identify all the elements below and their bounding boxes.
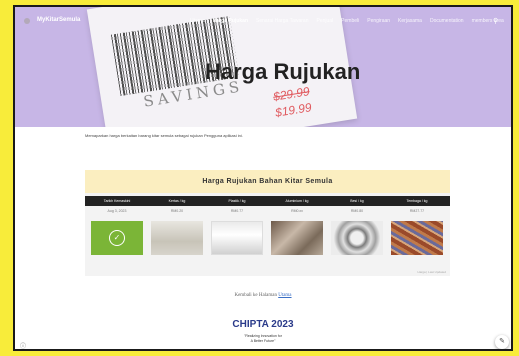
table-cell: RM0.xx [291,209,303,213]
table-title: Harga Rujukan Bahan Kitar Semula [85,170,450,193]
table-header: Plastik / kg [228,199,246,203]
hero-banner: SAVINGS $29.99 $19.99 Harga Rujukan MyKi… [15,7,511,127]
info-icon[interactable]: ⓘ [20,341,26,349]
check-icon: ✓ [109,230,125,246]
price-table-card: Harga Rujukan Bahan Kitar Semula Tarikh … [85,170,450,276]
table-row: Aug 3, 2023 RM0.20 RM0.77 RM0.xx RM0.80 … [85,206,450,216]
nav-link-utama[interactable]: Utama [190,18,205,24]
plastic-image [211,221,263,255]
nav-link-members-area[interactable]: members area [472,18,504,24]
updated-check-image: ✓ [91,221,143,255]
chipta-tagline: "Realizing Innovation for A Better Futur… [15,334,511,343]
nav-link-senarai-harga[interactable]: Senarai Harga Tawaran [256,18,308,24]
intro-text: Memaparkan harga berkaitan barang kitar … [85,133,243,138]
edit-pencil-icon[interactable]: ✎ [495,335,509,349]
nav-link-pembeli[interactable]: Pembeli [341,18,359,24]
table-header: Aluminium / kg [285,199,309,203]
nav-link-harga-rujukan[interactable]: Harga Rujukan [213,18,248,24]
table-footer-text: Harga | Last Updated [417,270,446,274]
search-icon[interactable]: ⚲ [493,17,498,25]
table-cell: RM27.77 [409,209,425,213]
back-text: Kembali ke Halaman [234,293,277,298]
site-brand[interactable]: MyKitarSemula [37,17,80,23]
site-logo-icon[interactable] [24,18,30,24]
back-link-line: Kembali ke Halaman Utama [15,293,511,298]
table-cell: RM0.77 [230,209,244,213]
table-header: Tembaga / kg [406,199,428,203]
table-header: Besi / kg [350,199,364,203]
table-header-row: Tarikh Kemaskini Kertas / kg Plastik / k… [85,196,450,206]
copper-image [391,221,443,255]
nav-link-penjual[interactable]: Penjual [316,18,333,24]
nav-links: Utama Harga Rujukan Senarai Harga Tawara… [190,18,504,24]
iron-image [331,221,383,255]
table-cell: RM0.80 [350,209,364,213]
nav-link-pengiraan[interactable]: Pengiraan [367,18,390,24]
browser-frame: SAVINGS $29.99 $19.99 Harga Rujukan MyKi… [13,5,513,351]
chipta-tagline-line: A Better Future" [250,338,276,343]
nav-link-kerjasama[interactable]: Kerjasama [398,18,422,24]
chipta-logo-text: CHIPTA 2023 [232,319,294,330]
page-title: Harga Rujukan [205,59,361,84]
table-header[interactable]: Tarikh Kemaskini [87,199,147,203]
nav-link-documentation[interactable]: Documentation [430,18,464,24]
table-header: Kertas / kg [168,199,186,203]
table-cell: Aug 3, 2023 [107,209,127,213]
aluminium-image [271,221,323,255]
top-nav: MyKitarSemula Utama Harga Rujukan Senara… [15,16,511,30]
table-cell: RM0.20 [170,209,184,213]
paper-image [151,221,203,255]
back-home-link[interactable]: Utama [278,293,291,298]
